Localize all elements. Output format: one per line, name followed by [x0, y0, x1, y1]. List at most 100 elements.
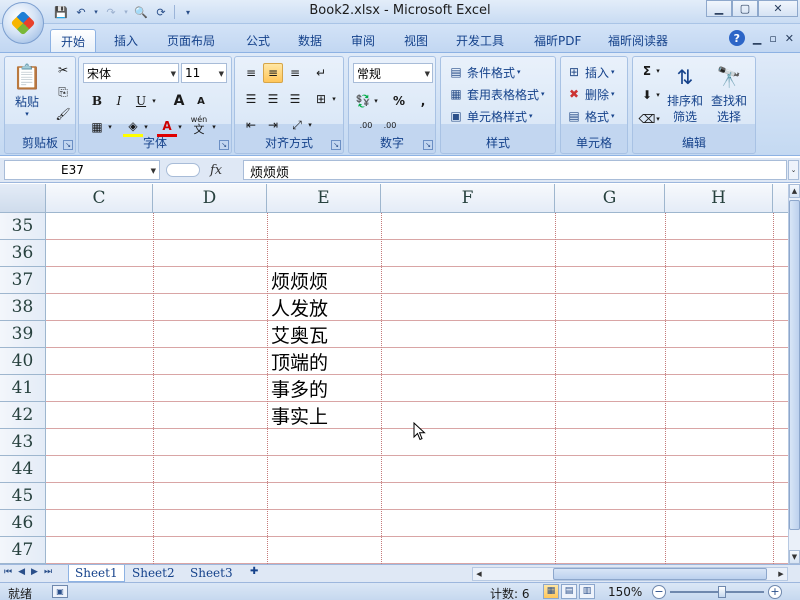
merge-center-icon[interactable]: ⊞: [311, 89, 331, 109]
page-layout-view-icon[interactable]: ▤: [561, 584, 577, 599]
formula-input[interactable]: 烦烦烦: [243, 160, 787, 181]
sheet-tab-sheet2[interactable]: Sheet2: [126, 565, 181, 582]
horizontal-scrollbar[interactable]: ◀ ▶: [472, 567, 788, 581]
normal-view-icon[interactable]: ▦: [543, 584, 559, 599]
align-center-icon[interactable]: ☰: [263, 89, 283, 109]
underline-button[interactable]: U: [131, 91, 151, 111]
cell-e38[interactable]: 人发放: [271, 294, 328, 321]
increase-indent-icon[interactable]: ⇥: [263, 115, 283, 135]
number-format-combo[interactable]: 常规 ▼: [353, 63, 433, 83]
scroll-left-icon[interactable]: ◀: [473, 568, 485, 580]
scroll-right-icon[interactable]: ▶: [775, 568, 787, 580]
paste-button[interactable]: 📋 粘贴 ▾: [11, 61, 43, 118]
last-sheet-icon[interactable]: ⏭: [44, 567, 52, 577]
font-name-combo[interactable]: 宋体 ▼: [83, 63, 179, 83]
tab-view[interactable]: 视图: [394, 29, 438, 52]
row-header-41[interactable]: 41: [0, 375, 46, 402]
sheet-tab-sheet3[interactable]: Sheet3: [184, 565, 239, 582]
delete-cells-button[interactable]: ✖ 删除 ▾: [565, 85, 615, 103]
row-header-35[interactable]: 35: [0, 213, 46, 240]
row-header-44[interactable]: 44: [0, 456, 46, 483]
row-header-39[interactable]: 39: [0, 321, 46, 348]
column-header-f[interactable]: F: [381, 184, 555, 213]
shrink-font-button[interactable]: A: [191, 91, 211, 111]
font-size-combo[interactable]: 11 ▼: [181, 63, 227, 83]
cell-e39[interactable]: 艾奥瓦: [271, 321, 328, 348]
ribbon-minimize-icon[interactable]: ▁: [753, 32, 761, 45]
merge-dropdown-icon[interactable]: ▾: [329, 89, 339, 109]
comma-style-button[interactable]: ,: [413, 91, 433, 111]
insert-cells-button[interactable]: ⊞ 插入 ▾: [565, 63, 615, 81]
format-as-table-button[interactable]: ▦ 套用表格格式 ▾: [447, 85, 544, 103]
fill-dropdown-icon[interactable]: ▾: [653, 85, 663, 105]
maximize-icon[interactable]: ▢: [732, 0, 758, 17]
accounting-dropdown-icon[interactable]: ▾: [371, 91, 381, 111]
help-icon[interactable]: ?: [728, 30, 745, 46]
row-header-46[interactable]: 46: [0, 510, 46, 537]
sort-filter-button[interactable]: ⇅ 排序和 筛选: [667, 61, 703, 125]
column-header-partial[interactable]: [773, 184, 788, 213]
cell-e40[interactable]: 顶端的: [271, 348, 328, 375]
conditional-formatting-button[interactable]: ▤ 条件格式 ▾: [447, 63, 520, 81]
insert-function-icon[interactable]: fx: [210, 163, 222, 178]
scroll-down-icon[interactable]: ▼: [789, 550, 800, 564]
expand-formula-bar-icon[interactable]: ⌄: [788, 160, 799, 180]
decrease-indent-icon[interactable]: ⇤: [241, 115, 261, 135]
underline-dropdown-icon[interactable]: ▾: [149, 91, 159, 111]
italic-button[interactable]: I: [109, 91, 129, 111]
next-sheet-icon[interactable]: ▶: [31, 567, 38, 577]
sheet-tab-sheet1[interactable]: Sheet1: [68, 565, 125, 582]
align-bottom-icon[interactable]: ≡: [285, 63, 305, 83]
align-middle-icon[interactable]: ≡: [263, 63, 283, 83]
formula-bar-resize-handle[interactable]: [166, 163, 200, 177]
scroll-up-icon[interactable]: ▲: [789, 184, 800, 198]
name-box[interactable]: E37 ▼: [4, 160, 160, 180]
macro-record-icon[interactable]: ▣: [52, 585, 68, 598]
zoom-slider[interactable]: [670, 591, 764, 593]
find-select-button[interactable]: 🔭 查找和 选择: [711, 61, 747, 125]
page-break-view-icon[interactable]: ▥: [579, 584, 595, 599]
tab-insert[interactable]: 插入: [104, 29, 148, 52]
clipboard-launcher-icon[interactable]: ↘: [63, 140, 73, 150]
row-header-42[interactable]: 42: [0, 402, 46, 429]
row-header-47[interactable]: 47: [0, 537, 46, 564]
tab-formulas[interactable]: 公式: [236, 29, 280, 52]
insert-sheet-icon[interactable]: ✚: [244, 565, 264, 582]
row-header-37[interactable]: 37: [0, 267, 46, 294]
decrease-decimal-button[interactable]: .00: [379, 115, 401, 135]
wrap-text-icon[interactable]: ↵: [311, 63, 331, 83]
first-sheet-icon[interactable]: ⏮: [4, 567, 12, 577]
format-painter-icon[interactable]: 🖌: [53, 104, 73, 124]
tab-review[interactable]: 审阅: [341, 29, 385, 52]
vertical-scroll-thumb[interactable]: [789, 200, 800, 530]
clear-dropdown-icon[interactable]: ▾: [653, 109, 663, 129]
horizontal-scroll-thumb[interactable]: [553, 568, 767, 580]
format-cells-button[interactable]: ▤ 格式 ▾: [565, 107, 614, 125]
ribbon-close-icon[interactable]: ✕: [785, 32, 794, 45]
font-launcher-icon[interactable]: ↘: [219, 140, 229, 150]
row-header-43[interactable]: 43: [0, 429, 46, 456]
column-header-e[interactable]: E: [267, 184, 381, 213]
zoom-slider-knob[interactable]: [718, 586, 726, 598]
cell-e37[interactable]: 烦烦烦: [271, 267, 328, 294]
row-header-40[interactable]: 40: [0, 348, 46, 375]
grow-font-button[interactable]: A: [169, 91, 189, 111]
office-button[interactable]: [2, 2, 44, 44]
column-header-d[interactable]: D: [153, 184, 267, 213]
cell-e41[interactable]: 事多的: [271, 375, 328, 402]
prev-sheet-icon[interactable]: ◀: [18, 567, 25, 577]
tab-page-layout[interactable]: 页面布局: [157, 29, 225, 52]
orientation-dropdown-icon[interactable]: ▾: [305, 115, 315, 135]
select-all-corner[interactable]: [0, 184, 46, 213]
column-header-h[interactable]: H: [665, 184, 773, 213]
copy-icon[interactable]: ⎘: [53, 82, 73, 102]
column-header-g[interactable]: G: [555, 184, 665, 213]
row-header-38[interactable]: 38: [0, 294, 46, 321]
zoom-in-icon[interactable]: +: [768, 585, 782, 599]
minimize-icon[interactable]: ▁: [706, 0, 732, 17]
align-top-icon[interactable]: ≡: [241, 63, 261, 83]
accounting-format-icon[interactable]: 💱: [353, 91, 373, 111]
cell-area[interactable]: [46, 213, 788, 564]
percent-style-button[interactable]: %: [389, 91, 409, 111]
autosum-dropdown-icon[interactable]: ▾: [653, 61, 663, 81]
